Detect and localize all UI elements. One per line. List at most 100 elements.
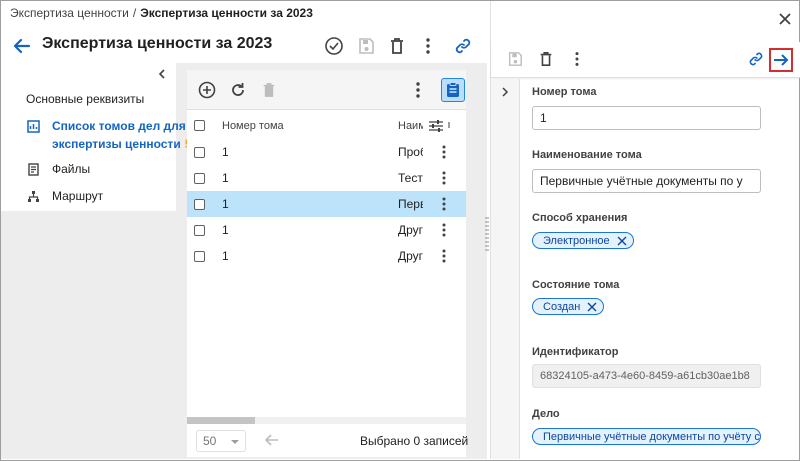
- volume-number-label: Номер тома: [532, 86, 597, 98]
- table-row-selected[interactable]: 1 Перв: [187, 191, 466, 217]
- panel-splitter-handle[interactable]: [485, 216, 489, 256]
- case-value: Первичные учётные документы по учёту с: [543, 430, 760, 443]
- page-size-value: 50: [203, 433, 217, 448]
- sidebar-item-label: Основные реквизиты: [26, 92, 145, 106]
- sidebar-item-label-line2: экспертизы ценности: [52, 137, 181, 151]
- content-area: Основные реквизиты Список томов дел для …: [1, 63, 487, 459]
- select-all-checkbox[interactable]: [194, 120, 205, 131]
- column-settings-sliders-icon[interactable]: [428, 119, 446, 133]
- file-icon: [26, 162, 40, 176]
- horizontal-scrollbar-thumb[interactable]: [187, 417, 255, 424]
- volume-state-value: Создан: [543, 300, 581, 313]
- breadcrumb-separator: /: [132, 6, 137, 20]
- row-checkbox[interactable]: [194, 146, 205, 158]
- list-document-icon: [26, 119, 40, 133]
- row-name-cell: Друго: [398, 223, 423, 237]
- save-icon[interactable]: [355, 35, 377, 57]
- row-number-cell: 1: [222, 171, 229, 185]
- volume-number-value: 1: [540, 111, 547, 125]
- column-header-number[interactable]: Номер тома: [222, 120, 284, 132]
- dropdown-caret-icon: [231, 439, 239, 444]
- more-vertical-icon[interactable]: [407, 79, 429, 101]
- save-icon[interactable]: [504, 48, 526, 70]
- add-circle-icon[interactable]: [196, 79, 218, 101]
- delete-trash-icon[interactable]: [535, 48, 557, 70]
- row-number-cell: 1: [222, 197, 229, 211]
- volume-number-field[interactable]: 1: [532, 106, 761, 130]
- case-chip[interactable]: Первичные учётные документы по учёту с: [532, 428, 761, 445]
- row-checkbox[interactable]: [194, 198, 205, 210]
- sidebar-item-label: Маршрут: [52, 189, 104, 203]
- clipboard-icon[interactable]: [441, 78, 465, 102]
- row-name-cell: Тесто: [398, 171, 423, 185]
- table-row[interactable]: 1 Друго: [187, 217, 466, 243]
- row-name-cell: Друго: [398, 249, 423, 263]
- storage-method-chip[interactable]: Электронное: [532, 232, 634, 249]
- row-more-vertical-icon[interactable]: [437, 221, 451, 239]
- breadcrumb: Экспертиза ценности / Экспертиза ценности …: [10, 6, 313, 20]
- chip-remove-icon[interactable]: [617, 236, 627, 246]
- identifier-field: 68324105-a473-4e60-8459-a61cb30ae1b8: [532, 364, 761, 388]
- sidebar-item-main-details[interactable]: Основные реквизиты: [26, 92, 144, 106]
- column-header-name[interactable]: Наимено: [398, 120, 423, 132]
- delete-trash-icon[interactable]: [386, 35, 408, 57]
- row-more-vertical-icon[interactable]: [437, 195, 451, 213]
- approve-check-icon[interactable]: [323, 35, 345, 57]
- details-body: Номер тома 1 Наименование тома Первичные…: [491, 79, 800, 459]
- volume-state-label: Состояние тома: [532, 279, 620, 291]
- column-resize-handle[interactable]: [448, 122, 450, 128]
- expand-chevron-right-icon[interactable]: [500, 86, 510, 97]
- delete-trash-icon[interactable]: [258, 79, 280, 101]
- page-title: Экспертиза ценности за 2023: [42, 35, 273, 52]
- sidebar: Основные реквизиты Список томов дел для …: [1, 63, 191, 211]
- link-icon[interactable]: [452, 35, 474, 57]
- case-label: Дело: [532, 408, 560, 420]
- table-row[interactable]: 1 Друго: [187, 243, 466, 269]
- breadcrumb-current: Экспертиза ценности за 2023: [140, 6, 313, 20]
- storage-method-value: Электронное: [543, 234, 610, 247]
- refresh-icon[interactable]: [227, 79, 249, 101]
- details-toolbar: [491, 42, 800, 78]
- page-size-select[interactable]: 50: [196, 429, 246, 452]
- volume-name-field[interactable]: Первичные учётные документы по у: [532, 169, 761, 193]
- row-number-cell: 1: [222, 249, 229, 263]
- open-arrow-right-icon[interactable]: [769, 48, 793, 72]
- collapse-chevron-left-icon[interactable]: [156, 68, 168, 80]
- back-arrow-icon[interactable]: [11, 35, 33, 57]
- identifier-value: 68324105-a473-4e60-8459-a61cb30ae1b8: [540, 370, 750, 382]
- row-more-vertical-icon[interactable]: [437, 247, 451, 265]
- row-more-vertical-icon[interactable]: [437, 169, 451, 187]
- row-more-vertical-icon[interactable]: [437, 143, 451, 161]
- details-gutter: [491, 79, 520, 459]
- link-icon[interactable]: [745, 48, 767, 70]
- row-checkbox[interactable]: [194, 224, 205, 236]
- table-row[interactable]: 1 Проб: [187, 139, 466, 165]
- grid-header-row: Номер тома Наимено: [187, 112, 466, 139]
- sidebar-item-label: Файлы: [52, 162, 91, 176]
- row-number-cell: 1: [222, 145, 229, 159]
- main-page: Экспертиза ценности / Экспертиза ценности …: [1, 1, 487, 459]
- more-vertical-icon[interactable]: [417, 35, 439, 57]
- table-row[interactable]: 1 Тесто: [187, 165, 466, 191]
- breadcrumb-parent[interactable]: Экспертиза ценности: [10, 6, 129, 20]
- page-header: Экспертиза ценности за 2023: [1, 29, 487, 63]
- row-name-cell: Перв: [398, 197, 423, 211]
- more-vertical-icon[interactable]: [566, 48, 588, 70]
- volumes-grid: Номер тома Наимено 1 Проб 1 Тесто: [187, 70, 468, 457]
- row-number-cell: 1: [222, 223, 229, 237]
- storage-method-label: Способ хранения: [532, 212, 628, 224]
- chip-remove-icon[interactable]: [587, 302, 597, 312]
- grid-footer: 50 Выбрано 0 записей: [187, 424, 468, 457]
- grid-toolbar: [187, 70, 466, 110]
- sidebar-item-volumes-list[interactable]: Список томов дел для экспертизы ценности…: [26, 117, 191, 153]
- row-checkbox[interactable]: [194, 172, 205, 184]
- details-panel: Номер тома 1 Наименование тома Первичные…: [490, 1, 800, 459]
- close-icon[interactable]: [777, 11, 793, 27]
- sidebar-item-files[interactable]: Файлы: [26, 162, 90, 176]
- previous-page-arrow-icon[interactable]: [264, 433, 280, 447]
- row-checkbox[interactable]: [194, 250, 205, 262]
- identifier-label: Идентификатор: [532, 346, 619, 358]
- volume-state-chip[interactable]: Создан: [532, 298, 605, 315]
- volume-name-value: Первичные учётные документы по у: [540, 174, 743, 188]
- sidebar-item-route[interactable]: Маршрут: [26, 189, 103, 203]
